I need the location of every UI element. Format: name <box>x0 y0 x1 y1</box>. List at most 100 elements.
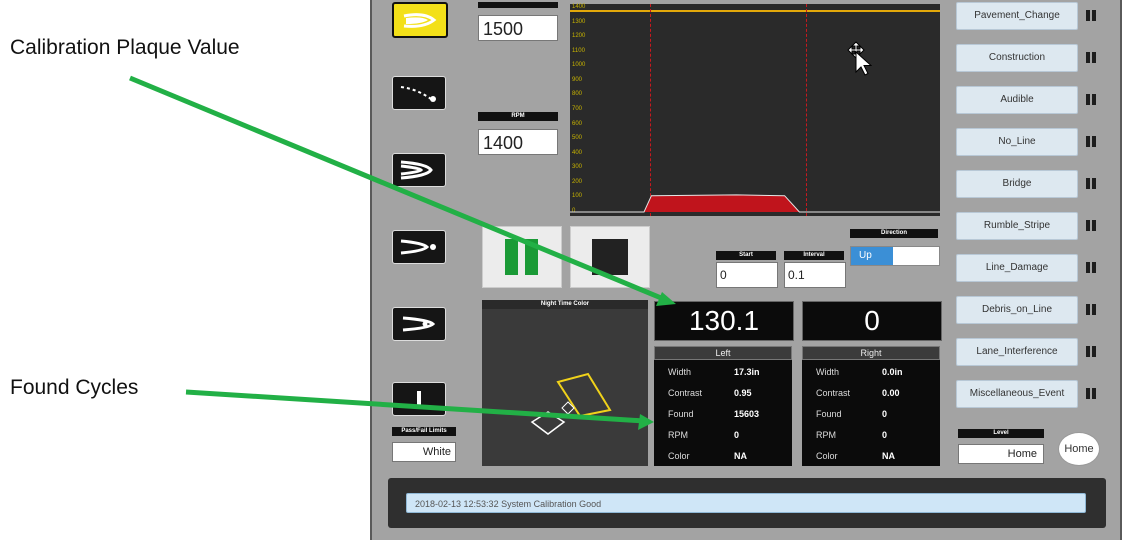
start-input[interactable]: 0 <box>716 262 778 288</box>
status-bar: 2018-02-13 12:53:32 System Calibration G… <box>388 478 1106 528</box>
event-button-lane-interference[interactable]: Lane_Interference <box>956 338 1078 366</box>
pass-fail-label: Pass/Fail Limits <box>392 427 456 436</box>
right-stats-table: Right Width 0.0in Contrast 0.00 Found 0 RPM 0 Co… <box>802 346 940 466</box>
mode-button-4[interactable] <box>392 230 446 264</box>
vertical-line-icon <box>417 391 421 409</box>
left-value: 0.95 <box>734 388 752 398</box>
mode-button-1[interactable] <box>392 2 448 38</box>
signal-chart: 1400 1300 1200 1100 1000 900 800 700 600 500 400 30… <box>570 4 940 216</box>
event-button-bridge[interactable]: Bridge <box>956 170 1078 198</box>
right-key: Found <box>816 409 842 419</box>
left-row: Width 17.3in <box>654 364 792 382</box>
left-row: Contrast 0.95 <box>654 385 792 403</box>
left-key: Width <box>668 367 692 377</box>
event-button-audible[interactable]: Audible <box>956 86 1078 114</box>
pause-button[interactable] <box>482 226 562 288</box>
level-label: Level <box>958 429 1044 438</box>
mode-button-5[interactable] <box>392 307 446 341</box>
pause-icon[interactable] <box>1086 136 1096 147</box>
speed-label-bar <box>478 2 558 8</box>
left-row: RPM 0 <box>654 427 792 445</box>
pause-icon[interactable] <box>1086 94 1096 105</box>
event-button-list: Pavement_Change Construction Audible No_Lin… <box>956 0 1106 420</box>
event-button-miscellaneous-event[interactable]: Miscellaneous_Event <box>956 380 1078 408</box>
direction-up: Up <box>851 247 893 265</box>
pause-icon[interactable] <box>1086 388 1096 399</box>
left-table-header: Left <box>654 346 792 360</box>
pause-icon[interactable] <box>1086 178 1096 189</box>
direction-label: Direction <box>850 229 938 238</box>
found-cycles-callout-label: Found Cycles <box>10 376 139 399</box>
mode-button-6[interactable] <box>392 382 446 416</box>
speed-input[interactable]: 1500 <box>478 15 558 41</box>
signal-area <box>570 194 940 212</box>
road-curve-icon <box>403 13 437 28</box>
event-button-debris-on-line[interactable]: Debris_on_Line <box>956 296 1078 324</box>
left-key: RPM <box>668 430 688 440</box>
application-panel: Pass/Fail Limits White 1500 RPM 1400 140… <box>370 0 1122 540</box>
right-value: 0 <box>882 409 888 419</box>
level-select[interactable]: Home <box>958 444 1044 464</box>
mode-button-3[interactable] <box>392 153 446 187</box>
right-row: Width 0.0in <box>802 364 940 382</box>
calibration-callout-label: Calibration Plaque Value <box>10 36 240 59</box>
rpm-label: RPM <box>478 112 558 121</box>
right-value: 0.0in <box>882 367 903 377</box>
mode-button-2[interactable] <box>392 76 446 110</box>
home-button[interactable]: Home <box>1058 432 1100 466</box>
interval-label: Interval <box>784 251 844 260</box>
pause-icon[interactable] <box>1086 346 1096 357</box>
double-curve-icon <box>400 160 433 180</box>
right-row: Contrast 0.00 <box>802 385 940 403</box>
left-value: 15603 <box>734 409 760 419</box>
direction-toggle[interactable]: Up <box>850 246 940 266</box>
left-key: Found <box>668 409 694 419</box>
status-message: 2018-02-13 12:53:32 System Calibration G… <box>406 493 1086 513</box>
pause-icon[interactable] <box>1086 52 1096 63</box>
right-key: Color <box>816 451 838 461</box>
left-value: 17.3in <box>734 367 760 377</box>
event-button-construction[interactable]: Construction <box>956 44 1078 72</box>
right-key: RPM <box>816 430 836 440</box>
left-value: NA <box>734 451 747 461</box>
right-plaque-value: 0 <box>802 301 942 341</box>
right-row: RPM 0 <box>802 427 940 445</box>
start-label: Start <box>716 251 776 260</box>
single-curve-icon <box>402 316 436 332</box>
calibration-plaque-value: 130.1 <box>654 301 794 341</box>
pause-icon[interactable] <box>1086 262 1096 273</box>
curve-dots-icon <box>400 239 436 255</box>
left-row: Color NA <box>654 448 792 466</box>
pause-icon[interactable] <box>1086 220 1096 231</box>
signal-plot <box>570 194 940 213</box>
event-button-pavement-change[interactable]: Pavement_Change <box>956 2 1078 30</box>
left-value: 0 <box>734 430 740 440</box>
right-value: 0 <box>882 430 888 440</box>
pause-icon[interactable] <box>1086 304 1096 315</box>
pause-icon[interactable] <box>1086 10 1096 21</box>
cursor-icon <box>847 41 872 76</box>
left-key: Contrast <box>668 388 703 398</box>
interval-input[interactable]: 0.1 <box>784 262 846 288</box>
stop-icon <box>592 239 628 275</box>
left-row: Found 15603 <box>654 406 792 424</box>
event-button-rumble-stripe[interactable]: Rumble_Stripe <box>956 212 1078 240</box>
event-button-line-damage[interactable]: Line_Damage <box>956 254 1078 282</box>
right-key: Contrast <box>816 388 851 398</box>
color-diamond-chart <box>530 372 612 435</box>
right-row: Found 0 <box>802 406 940 424</box>
right-value: 0.00 <box>882 388 900 398</box>
right-table-header: Right <box>802 346 940 360</box>
night-color-panel: Night Time Color <box>482 300 648 466</box>
stop-button[interactable] <box>570 226 650 288</box>
rpm-input[interactable]: 1400 <box>478 129 558 155</box>
dotted-curve-icon <box>400 86 436 102</box>
right-value: NA <box>882 451 895 461</box>
pass-fail-select[interactable]: White <box>392 442 456 462</box>
event-button-no-line[interactable]: No_Line <box>956 128 1078 156</box>
right-key: Width <box>816 367 840 377</box>
left-stats-table: Left Width 17.3in Contrast 0.95 Found 15603 RP… <box>654 346 792 466</box>
pause-icon <box>505 239 541 275</box>
left-key: Color <box>668 451 690 461</box>
right-row: Color NA <box>802 448 940 466</box>
